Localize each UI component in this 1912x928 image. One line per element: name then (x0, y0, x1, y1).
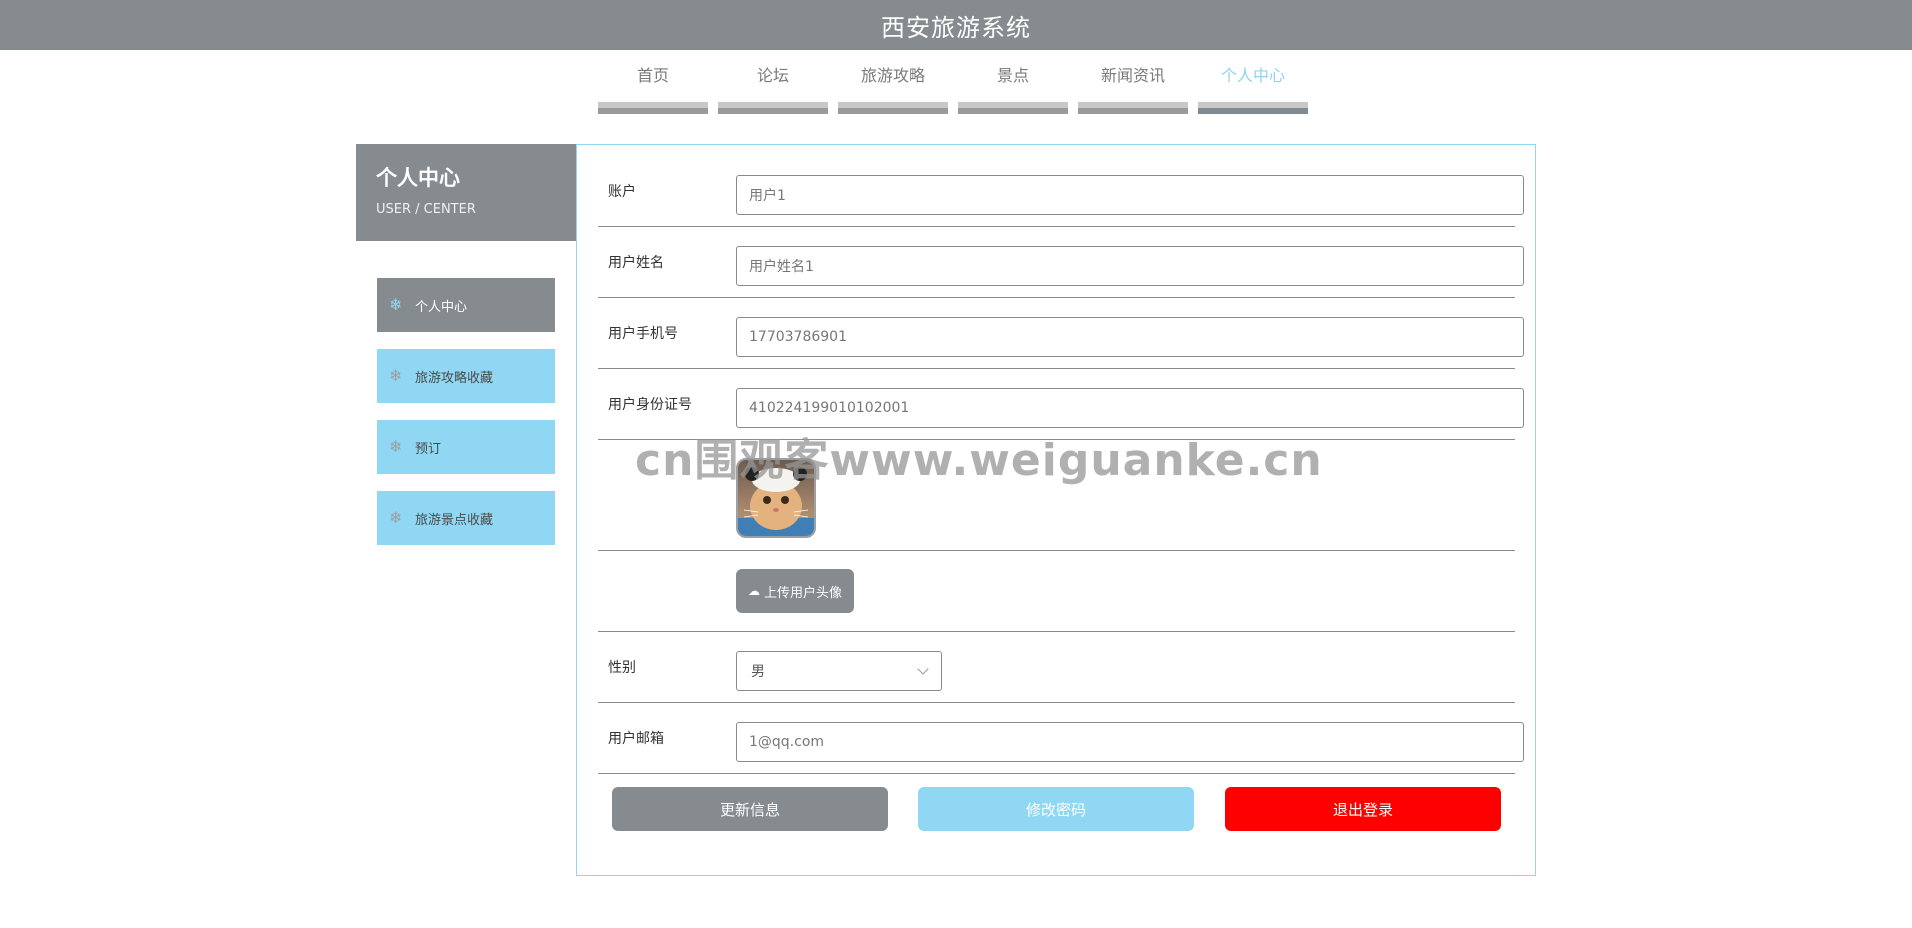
change-password-button[interactable]: 修改密码 (918, 787, 1194, 831)
nav-item-attractions[interactable]: 景点 (958, 60, 1068, 114)
form-row-phone: 用户手机号 (598, 298, 1524, 369)
email-label: 用户邮箱 (608, 731, 664, 747)
nav-underline (718, 102, 828, 114)
phone-input[interactable] (736, 317, 1524, 357)
chevron-down-icon (917, 663, 929, 675)
sidebar-item-label: 个人中心 (415, 299, 468, 315)
sidebar-item-attraction-favorites[interactable]: ❄ 旅游景点收藏 (377, 491, 555, 545)
id-card-label: 用户身份证号 (608, 397, 692, 413)
nav-item-forum[interactable]: 论坛 (718, 60, 828, 114)
gender-label: 性别 (608, 660, 636, 676)
sidebar-subtitle: USER / CENTER (376, 202, 476, 217)
sidebar-item-booking[interactable]: ❄ 预订 (377, 420, 555, 474)
form-row-account: 账户 (598, 145, 1524, 227)
form-row-email: 用户邮箱 (598, 703, 1524, 774)
nav-label: 旅游攻略 (860, 66, 925, 85)
email-input[interactable] (736, 722, 1524, 762)
cloud-upload-icon: ☁ (747, 584, 760, 598)
update-info-button[interactable]: 更新信息 (612, 787, 888, 831)
nav-label: 新闻资讯 (1100, 66, 1165, 85)
account-input[interactable] (736, 175, 1524, 215)
upload-avatar-button[interactable]: ☁ 上传用户头像 (736, 569, 854, 613)
sidebar-header: 个人中心 USER / CENTER (356, 144, 576, 241)
nav-underline (838, 102, 948, 114)
snowflake-icon: ❄ (389, 508, 403, 527)
nav-underline (598, 102, 708, 114)
nav-underline (958, 102, 1068, 114)
nav-label: 景点 (996, 66, 1029, 85)
sidebar-title: 个人中心 (376, 166, 460, 190)
snowflake-icon: ❄ (389, 437, 403, 456)
nav-underline (1198, 102, 1308, 114)
watermark-text: cn围观客www.weiguanke.cn (635, 435, 1323, 486)
snowflake-icon: ❄ (389, 295, 403, 314)
id-card-input[interactable] (736, 388, 1524, 428)
nav-label: 个人中心 (1220, 66, 1285, 85)
sidebar-item-personal-center[interactable]: ❄ 个人中心 (377, 278, 555, 332)
phone-label: 用户手机号 (608, 326, 678, 342)
upload-avatar-label: 上传用户头像 (763, 585, 842, 601)
sidebar-item-guide-favorites[interactable]: ❄ 旅游攻略收藏 (377, 349, 555, 403)
top-header: 西安旅游系统 (0, 0, 1912, 50)
sidebar-item-label: 预订 (415, 441, 442, 457)
nav-underline (1078, 102, 1188, 114)
site-title: 西安旅游系统 (881, 13, 1031, 42)
name-label: 用户姓名 (608, 255, 664, 271)
name-input[interactable] (736, 246, 1524, 286)
form-row-name: 用户姓名 (598, 227, 1524, 298)
sidebar-item-label: 旅游攻略收藏 (415, 370, 494, 386)
main-nav: 首页 论坛 旅游攻略 景点 新闻资讯 个人中心 (598, 60, 1318, 114)
snowflake-icon: ❄ (389, 366, 403, 385)
gender-selected-value: 男 (751, 664, 765, 680)
nav-label: 首页 (636, 66, 669, 85)
form-row-gender: 性别 男 (598, 632, 1515, 703)
sidebar-menu: ❄ 个人中心 ❄ 旅游攻略收藏 ❄ 预订 ❄ 旅游景点收藏 (377, 278, 555, 562)
nav-item-news[interactable]: 新闻资讯 (1078, 60, 1188, 114)
account-label: 账户 (608, 184, 636, 200)
gender-select[interactable]: 男 (736, 651, 942, 691)
nav-label: 论坛 (756, 66, 789, 85)
nav-item-personal-center[interactable]: 个人中心 (1198, 60, 1308, 114)
profile-form-panel: 账户 用户姓名 用户手机号 用户身份证号 (576, 144, 1536, 876)
form-row-upload: ☁ 上传用户头像 (598, 551, 1515, 632)
nav-item-home[interactable]: 首页 (598, 60, 708, 114)
sidebar-item-label: 旅游景点收藏 (415, 512, 494, 528)
nav-item-guides[interactable]: 旅游攻略 (838, 60, 948, 114)
logout-button[interactable]: 退出登录 (1225, 787, 1501, 831)
